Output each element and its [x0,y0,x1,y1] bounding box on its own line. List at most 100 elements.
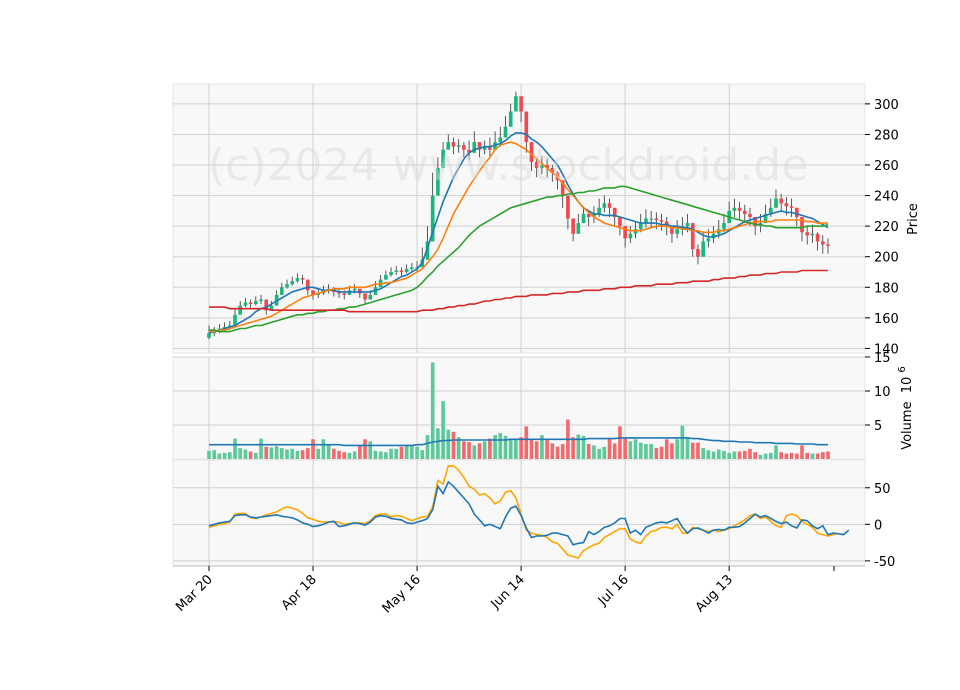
volume-axis-tick-label: 15 [874,351,891,366]
volume-bar [706,450,711,459]
x-axis: Mar 20 Apr 18 May 16 Jun 14 Jul 16 Aug 13 [173,565,865,616]
x-axis-tick-label: Jul 16 [595,572,632,609]
candle-up [259,299,263,302]
volume-bar [399,446,404,459]
candle-up [732,207,737,211]
volume-bar [508,438,513,459]
candle-up [774,198,778,208]
volume-bar [597,448,601,459]
volume-bar [550,443,555,459]
volume-bar [592,445,596,459]
volume-bar [805,452,810,459]
volume-bar [264,446,269,459]
volume-bar [701,448,705,459]
volume-bar [664,439,669,459]
candle-down [742,210,747,214]
candle-down [659,220,664,222]
svg-text:Volume 10 6: Volume 10 6 [897,366,915,450]
volume-bar [337,450,341,459]
volume-axis-label: Volume 10 6 [897,366,915,450]
volume-bar [618,426,622,459]
candle-down [654,218,659,221]
volume-bar [404,445,409,459]
volume-bar [571,437,575,459]
volume-bar [560,444,565,459]
volume-bar [545,439,549,459]
volume-bar [815,453,820,459]
volume-bar [446,429,451,459]
volume-axis-exponent: 6 [897,366,908,372]
candle-up [285,284,289,288]
volume-bar [472,445,477,459]
volume-panel: 5 10 15 [172,351,891,460]
candle-up [410,267,414,269]
candle-down [623,226,627,239]
candle-up [638,223,643,230]
volume-bar [820,452,825,459]
volume-bar [675,439,679,459]
volume-bar [342,452,347,459]
volume-axis-tick-label: 5 [874,419,882,434]
candle-up [280,287,284,295]
candle-up [576,223,581,234]
volume-bar [514,439,518,459]
price-axis-tick-label: 280 [874,128,899,143]
volume-axis-exponent-base: 10 [900,377,915,394]
volume-bar [748,448,752,459]
volume-bar [306,448,310,459]
volume-bar [467,442,471,459]
volume-bar [451,431,456,459]
volume-bar [690,442,695,459]
candle-up [706,238,711,242]
volume-bar [378,451,383,459]
price-axis-tick-label: 220 [874,220,899,235]
candle-up [810,233,815,236]
volume-bar [649,444,653,459]
candle-up [649,218,653,220]
candle-down [342,293,347,295]
candle-up [394,270,399,272]
volume-bar [321,439,326,459]
volume-bar [534,441,539,459]
volume-bar [482,441,487,459]
candle-down [696,249,700,257]
candle-up [722,223,726,230]
candle-down [524,111,529,143]
candle-up [368,294,373,300]
volume-bar [810,453,815,459]
volume-bar [347,452,352,459]
oscillator-axis-tick-label: 50 [874,482,891,497]
volume-bar [269,447,274,459]
candle-up [384,275,388,280]
volume-bar [529,438,534,459]
candle-up [675,229,679,234]
candle-up [389,271,393,276]
candle-down [607,203,612,208]
stock-chart: 140160180200220240260280300 51015 -50050… [172,83,921,616]
candle-down [794,207,799,217]
candle-down [815,233,820,242]
volume-bar [779,452,784,459]
volume-bar [285,449,289,459]
candle-down [789,206,794,208]
candle-down [748,213,752,217]
price-axis-tick-label: 180 [874,281,899,296]
volume-bar [394,448,399,459]
price-panel: 140160180200220240260280300 [172,83,899,357]
volume-bar [358,445,362,459]
volume-bar [696,442,700,459]
candle-down [300,278,305,280]
volume-bar [462,441,466,459]
volume-bar [519,437,523,459]
volume-bar [238,448,243,459]
volume-bar [332,448,336,459]
volume-bar [727,452,731,459]
volume-bar [659,446,664,459]
volume-bar [425,435,430,459]
volume-bar [763,453,768,459]
oscillator-axis-tick-label: -50 [874,555,895,570]
candle-up [628,233,633,239]
volume-bar [488,438,492,459]
candle-down [826,244,830,247]
oscillator-panel: -50 0 50 [172,459,895,570]
